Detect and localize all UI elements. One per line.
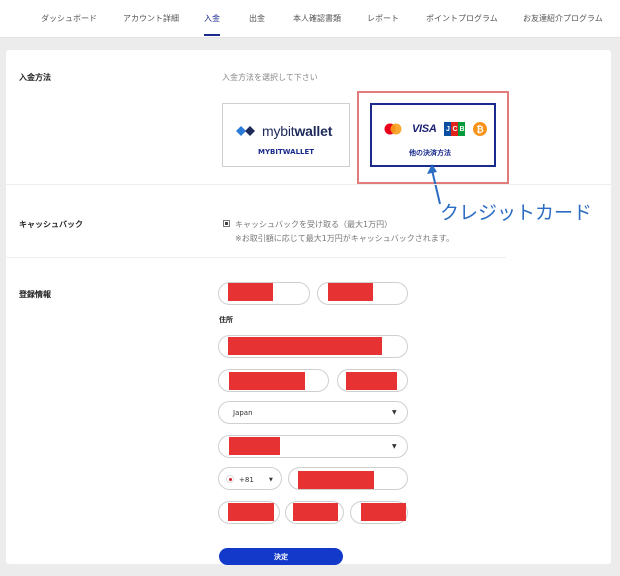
cashback-checkbox-label: キャッシュバックを受け取る（最大1万円） bbox=[235, 220, 393, 229]
submit-button[interactable]: 決定 bbox=[219, 548, 343, 565]
nav-dashboard[interactable]: ダッシュボード bbox=[41, 13, 97, 24]
redacted-value bbox=[229, 437, 280, 455]
visa-icon: VISA bbox=[412, 123, 437, 135]
redacted-value bbox=[298, 471, 374, 489]
mybitwallet-logo-light: mybit bbox=[262, 123, 295, 139]
nav-point-program[interactable]: ポイントプログラム bbox=[426, 13, 498, 24]
annotation-credit-card: クレジットカード bbox=[440, 202, 593, 224]
top-nav: ダッシュボード アカウント詳細 入金 出金 本人確認書類 レポート ポイントプロ… bbox=[0, 0, 620, 38]
nav-referral-program[interactable]: お友達紹介プログラム bbox=[523, 13, 603, 24]
cashback-label: キャッシュバック bbox=[19, 220, 83, 229]
redacted-value bbox=[228, 503, 274, 521]
redacted-value bbox=[229, 372, 305, 390]
nav-deposit[interactable]: 入金 bbox=[204, 13, 220, 24]
redacted-value bbox=[328, 283, 373, 301]
mastercard-icon bbox=[384, 123, 402, 135]
mybitwallet-logo-bold: wallet bbox=[294, 123, 333, 139]
cashback-checkbox[interactable] bbox=[223, 220, 230, 227]
divider bbox=[6, 257, 506, 258]
jcb-icon: J C B bbox=[444, 122, 466, 136]
chevron-down-icon: ▼ bbox=[269, 477, 273, 483]
deposit-method-label: 入金方法 bbox=[19, 73, 51, 82]
nav-report[interactable]: レポート bbox=[367, 13, 399, 24]
nav-account-details[interactable]: アカウント詳細 bbox=[123, 13, 179, 24]
country-select-value: Japan bbox=[233, 409, 253, 417]
svg-text:₿: ₿ bbox=[477, 125, 484, 136]
registration-label: 登録情報 bbox=[19, 290, 51, 299]
japan-flag-icon bbox=[226, 475, 234, 483]
divider bbox=[6, 184, 611, 185]
active-tab-indicator bbox=[204, 34, 220, 36]
redacted-value bbox=[346, 372, 397, 390]
nav-withdraw[interactable]: 出金 bbox=[249, 13, 265, 24]
redacted-value bbox=[361, 503, 406, 521]
deposit-method-hint: 入金方法を選択して下さい bbox=[222, 73, 318, 82]
bitcoin-icon: ₿ bbox=[473, 122, 488, 136]
phone-code-value: +81 bbox=[239, 476, 254, 484]
nav-identity-documents[interactable]: 本人確認書類 bbox=[293, 13, 341, 24]
chevron-down-icon: ▼ bbox=[392, 443, 397, 450]
redacted-value bbox=[293, 503, 338, 521]
address-label: 住所 bbox=[219, 316, 233, 324]
mybitwallet-logo-icon bbox=[236, 126, 255, 136]
mybitwallet-label: MYBITWALLET bbox=[258, 148, 315, 156]
other-payment-label: 他の決済方法 bbox=[409, 149, 451, 157]
cashback-note: ※お取引額に応じて最大1万円がキャッシュバックされます。 bbox=[235, 234, 454, 243]
redacted-value bbox=[228, 337, 382, 355]
chevron-down-icon: ▼ bbox=[392, 409, 397, 416]
mybitwallet-logo: mybitwallet bbox=[234, 123, 332, 139]
card-brand-logos: VISA J C B ₿ bbox=[382, 122, 488, 136]
redacted-value bbox=[228, 283, 273, 301]
